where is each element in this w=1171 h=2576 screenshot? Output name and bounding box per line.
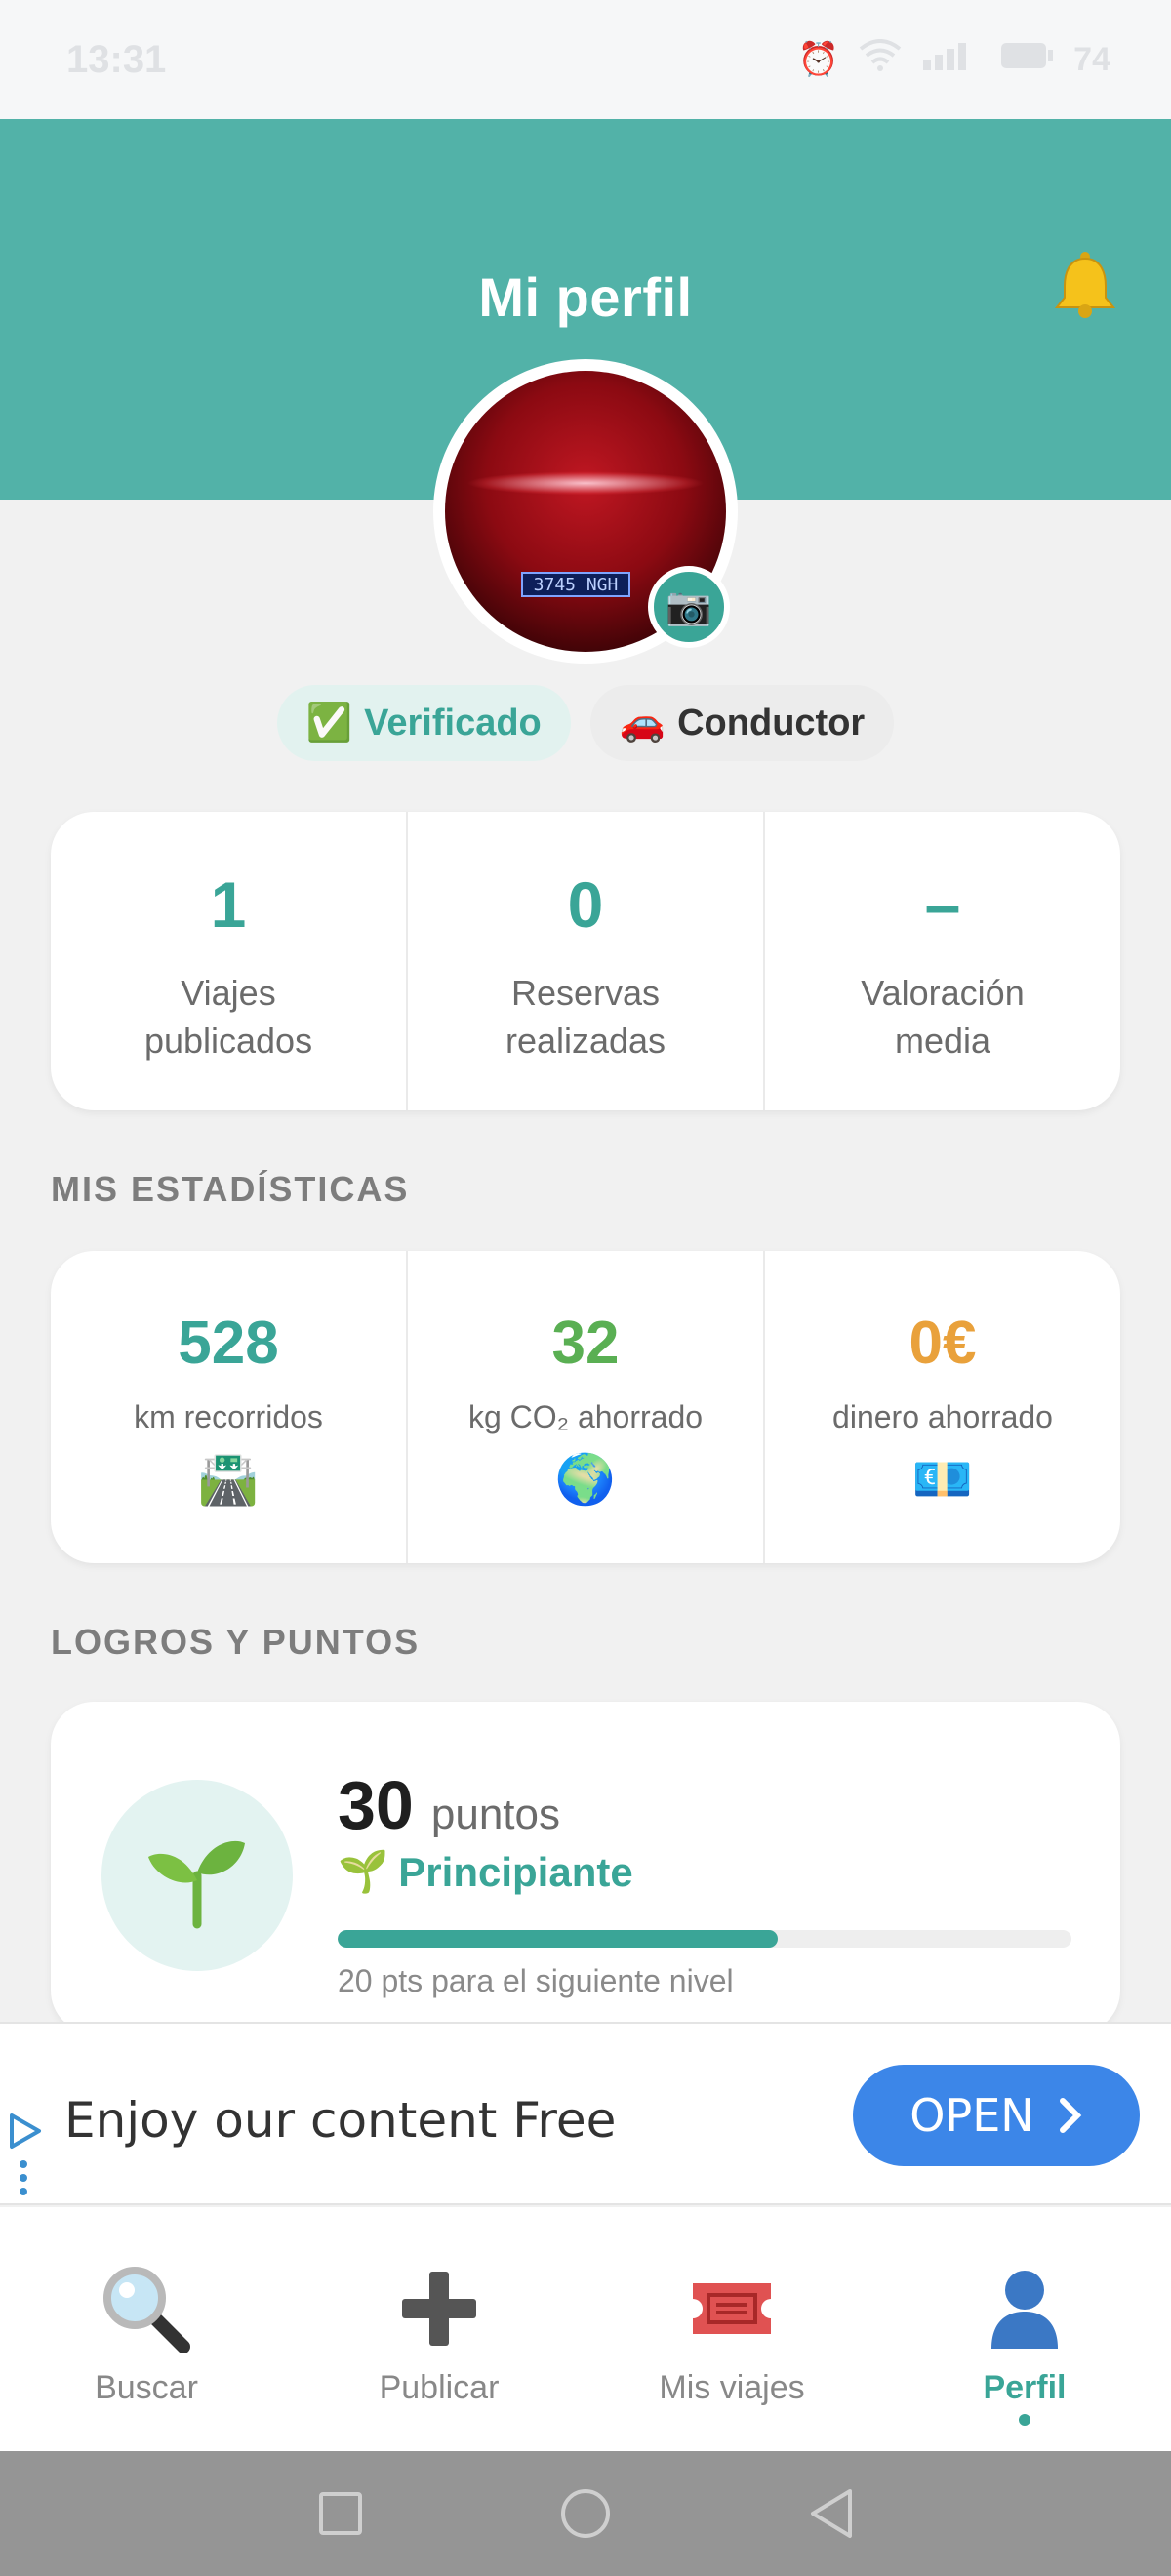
nav-label: Mis viajes (659, 2369, 805, 2406)
summary-label: Viajes publicados (144, 970, 312, 1065)
ad-banner[interactable]: Enjoy our content Free OPEN (0, 2022, 1171, 2205)
battery-icon (999, 41, 1054, 79)
summary-value: – (924, 868, 961, 941)
verified-label: Verificado (364, 702, 542, 744)
driver-label: Conductor (677, 702, 866, 744)
points-value: 30 (338, 1767, 414, 1843)
summary-value: 1 (210, 868, 247, 941)
summary-label: Reservas realizadas (505, 970, 666, 1065)
back-button[interactable] (807, 2487, 854, 2540)
system-nav-bar (0, 2451, 1171, 2576)
bottom-nav: Buscar Publicar Mis viajes Perfil (0, 2207, 1171, 2451)
summary-trips-published: 1 Viajes publicados (51, 812, 408, 1110)
home-button[interactable] (559, 2487, 612, 2540)
driver-badge: 🚗 Conductor (589, 685, 895, 761)
points-unit: puntos (430, 1791, 560, 1838)
summary-label-line: publicados (143, 1020, 313, 1061)
check-icon: ✅ (305, 703, 353, 744)
level-row: 🌱 Principiante (338, 1848, 633, 1896)
sprout-small-icon: 🌱 (338, 1848, 389, 1894)
level-progress-fill (338, 1930, 779, 1948)
ad-choices-icon[interactable] (8, 2112, 43, 2151)
wifi-icon (859, 38, 902, 81)
status-time: 13:31 (66, 37, 167, 81)
plus-icon (398, 2262, 480, 2355)
stat-label: dinero ahorrado (832, 1399, 1053, 1434)
stat-label: kg CO₂ ahorrado (467, 1399, 704, 1434)
sprout-icon (148, 1840, 245, 1929)
stat-label: km recorridos (134, 1399, 323, 1434)
notifications-button[interactable] (1046, 246, 1124, 324)
summary-label-line: Valoración (861, 973, 1025, 1013)
profile-badges: ✅ Verificado 🚗 Conductor (0, 685, 1171, 761)
nav-label: Buscar (95, 2369, 198, 2406)
summary-value: 0 (567, 868, 604, 941)
ad-more-icon[interactable] (20, 2160, 27, 2195)
nav-label: Perfil (983, 2369, 1067, 2406)
ad-open-label: OPEN (909, 2089, 1034, 2142)
page-title: Mi perfil (478, 266, 693, 328)
active-indicator (1019, 2414, 1030, 2426)
summary-bookings: 0 Reservas realizadas (408, 812, 765, 1110)
summary-label-line: Viajes (181, 973, 276, 1013)
battery-percent: 74 (1073, 40, 1110, 78)
alarm-icon: ⏰ (797, 41, 840, 78)
verified-badge: ✅ Verificado (276, 685, 571, 761)
car-icon: 🚗 (619, 703, 666, 744)
level-badge (101, 1780, 293, 1971)
nav-item-mis-viajes[interactable]: Mis viajes (586, 2207, 878, 2451)
euro-banknote-icon: 💶 (911, 1452, 974, 1507)
stat-value: 0€ (909, 1309, 977, 1377)
stats-card: 528 km recorridos 🛣️ 32 kg CO₂ ahorrado … (51, 1251, 1120, 1563)
stat-km: 528 km recorridos 🛣️ (51, 1251, 408, 1563)
chevron-right-icon (1059, 2098, 1081, 2133)
summary-label-line: realizadas (505, 1020, 666, 1061)
nav-item-perfil[interactable]: Perfil (878, 2207, 1171, 2451)
license-plate: 3745 NGH (521, 572, 630, 597)
summary-card: 1 Viajes publicados 0 Reservas realizada… (51, 812, 1120, 1110)
person-icon (986, 2262, 1064, 2355)
camera-icon: 📷 (666, 586, 712, 627)
ad-text: Enjoy our content Free (64, 2092, 617, 2149)
stat-co2: 32 kg CO₂ ahorrado 🌍 (408, 1251, 765, 1563)
bell-icon (1054, 252, 1116, 318)
search-icon (100, 2262, 193, 2355)
status-bar: 13:31 ⏰ 74 (0, 0, 1171, 119)
ad-open-button[interactable]: OPEN (853, 2065, 1140, 2166)
nav-item-buscar[interactable]: Buscar (0, 2207, 293, 2451)
globe-icon: 🌍 (554, 1452, 617, 1507)
stats-section-title: MIS ESTADÍSTICAS (51, 1169, 410, 1209)
nav-item-publicar[interactable]: Publicar (293, 2207, 586, 2451)
level-name: Principiante (398, 1848, 633, 1895)
stat-value: 32 (551, 1309, 620, 1377)
points-card: 30 puntos 🌱 Principiante 20 pts para el … (51, 1702, 1120, 2033)
summary-rating: – Valoración media (765, 812, 1120, 1110)
level-progress-bar (338, 1930, 1071, 1948)
summary-label-line: Reservas (510, 973, 661, 1013)
recents-button[interactable] (317, 2490, 364, 2537)
achievements-section-title: LOGROS Y PUNTOS (51, 1622, 421, 1662)
highway-icon: 🛣️ (197, 1452, 260, 1507)
stat-value: 528 (178, 1309, 279, 1377)
ticket-icon (689, 2262, 775, 2355)
summary-label-line: media (894, 1020, 991, 1061)
signal-icon (921, 39, 980, 81)
stat-money: 0€ dinero ahorrado 💶 (765, 1251, 1120, 1563)
status-icons: ⏰ 74 (797, 38, 1110, 81)
points-note: 20 pts para el siguiente nivel (338, 1963, 734, 1998)
nav-label: Publicar (379, 2369, 500, 2406)
change-photo-button[interactable]: 📷 (648, 566, 730, 648)
summary-label: Valoración media (861, 970, 1024, 1065)
points-row: 30 puntos (338, 1766, 560, 1844)
